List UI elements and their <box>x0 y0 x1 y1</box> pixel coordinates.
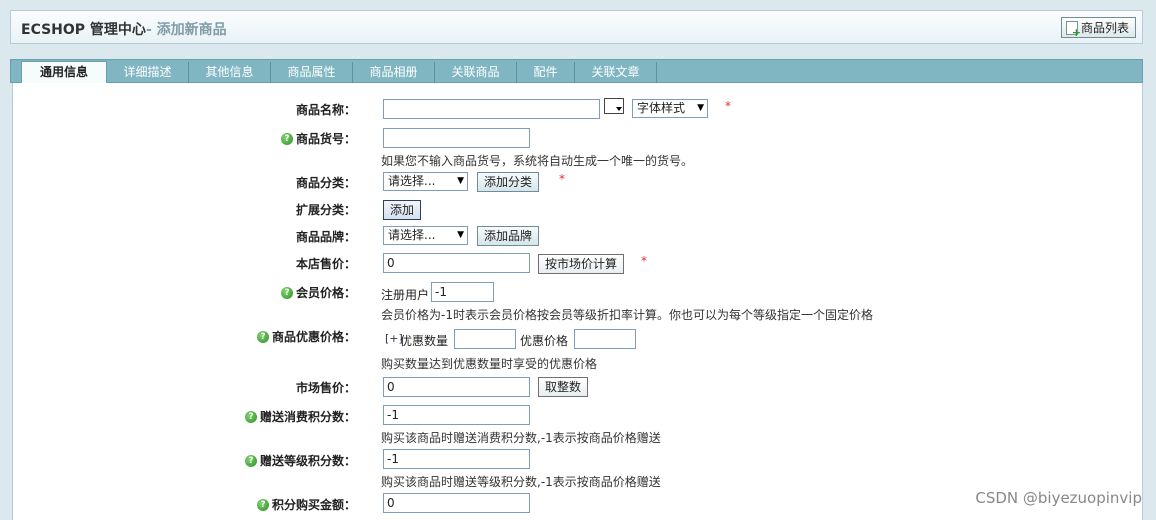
dropdown-arrow-icon: ▼ <box>457 176 464 186</box>
rank-integral-note: 购买该商品时赠送等级积分数,-1表示按商品价格赠送 <box>381 475 661 489</box>
member-price-note: 会员价格为-1时表示会员价格按会员等级折扣率计算。你也可以为每个等级指定一个固定… <box>381 308 873 322</box>
font-style-select[interactable]: 字体样式 ▼ <box>632 99 708 118</box>
help-icon[interactable]: ? <box>280 132 293 145</box>
goods-sn-note: 如果您不输入商品货号，系统将自动生成一个唯一的货号。 <box>381 154 694 168</box>
dropdown-arrow-icon: ▼ <box>457 230 464 240</box>
volume-qty-label: 优惠数量 <box>400 334 449 348</box>
member-price-label: ? 会员价格： <box>280 284 356 301</box>
brand-label-text: 商品品牌： <box>295 230 356 244</box>
color-picker-button[interactable] <box>604 98 624 114</box>
watermark: CSDN @biyezuopinvip <box>975 489 1142 507</box>
volume-qty-input[interactable] <box>454 329 516 349</box>
market-price-input[interactable]: 0 <box>383 377 530 397</box>
required-mark: * <box>725 99 731 113</box>
round-integer-button[interactable]: 取整数 <box>538 377 589 397</box>
tab-gallery[interactable]: 商品相册 <box>353 62 435 83</box>
page-subtitle: - 添加新商品 <box>145 22 227 38</box>
volume-price-text-label: 优惠价格 <box>520 334 569 348</box>
page: ECSHOP 管理中心- 添加新商品 商品列表 通用信息 详细描述 其他信息 商… <box>0 0 1156 520</box>
category-label: 商品分类： <box>296 174 356 191</box>
goods-name-input[interactable] <box>383 99 600 119</box>
volume-price-label-text: 商品优惠价格： <box>271 330 356 344</box>
help-icon[interactable]: ? <box>244 410 257 423</box>
goods-list-button-label: 商品列表 <box>1080 21 1129 35</box>
goods-sn-label: ? 商品货号： <box>280 130 356 147</box>
integral-label: ? 积分购买金额： <box>256 496 356 513</box>
category-value: 请选择... <box>388 174 436 188</box>
required-mark: * <box>641 254 647 268</box>
tab-general[interactable]: 通用信息 <box>21 61 107 84</box>
rank-integral-label-text: 赠送等级积分数： <box>259 454 356 468</box>
goods-name-label-text: 商品名称： <box>295 103 356 117</box>
help-icon[interactable]: ? <box>256 498 269 511</box>
ext-category-label-text: 扩展分类： <box>295 203 356 217</box>
market-price-label: 市场售价： <box>296 379 356 396</box>
give-integral-input[interactable]: -1 <box>383 405 530 425</box>
integral-label-text: 积分购买金额： <box>271 498 356 512</box>
give-integral-label-text: 赠送消费积分数： <box>259 410 356 424</box>
ext-category-label: 扩展分类： <box>296 201 356 218</box>
add-brand-button[interactable]: 添加品牌 <box>477 226 540 246</box>
integral-input[interactable]: 0 <box>383 493 530 513</box>
help-icon[interactable]: ? <box>244 454 257 467</box>
calc-by-market-price-button[interactable]: 按市场价计算 <box>538 254 625 274</box>
tab-bar: 通用信息 详细描述 其他信息 商品属性 商品相册 关联商品 配件 关联文章 <box>10 59 1143 84</box>
tab-linked-goods[interactable]: 关联商品 <box>435 62 517 83</box>
dropdown-arrow-icon: ▼ <box>697 103 704 113</box>
form-panel: 商品名称： 字体样式 ▼ * ? 商品货号： 如果您不输入商品货号，系统将自动生成一… <box>12 83 1143 520</box>
page-title: ECSHOP 管理中心- 添加新商品 <box>21 19 227 39</box>
category-select[interactable]: 请选择... ▼ <box>383 172 468 191</box>
category-label-text: 商品分类： <box>295 176 356 190</box>
goods-sn-input[interactable] <box>383 128 530 148</box>
rank-integral-input[interactable]: -1 <box>383 449 530 469</box>
help-icon[interactable]: ? <box>256 330 269 343</box>
goods-name-label: 商品名称： <box>296 101 356 118</box>
shop-price-input[interactable]: 0 <box>383 253 530 273</box>
help-icon[interactable]: ? <box>280 286 293 299</box>
tab-description[interactable]: 详细描述 <box>107 62 189 83</box>
shop-price-label: 本店售价： <box>296 255 356 272</box>
font-style-value: 字体样式 <box>637 101 686 115</box>
volume-price-note: 购买数量达到优惠数量时享受的优惠价格 <box>381 357 598 371</box>
add-document-icon <box>1065 20 1081 39</box>
shop-price-label-text: 本店售价： <box>295 257 356 271</box>
brand-label: 商品品牌： <box>296 228 356 245</box>
brand-select[interactable]: 请选择... ▼ <box>383 226 468 245</box>
goods-list-button[interactable]: 商品列表 <box>1060 17 1136 39</box>
tab-linked-articles[interactable]: 关联文章 <box>575 62 657 83</box>
tab-accessories[interactable]: 配件 <box>517 62 575 83</box>
page-header: ECSHOP 管理中心- 添加新商品 商品列表 <box>10 10 1143 44</box>
market-price-label-text: 市场售价： <box>295 381 356 395</box>
give-integral-note: 购买该商品时赠送消费积分数,-1表示按商品价格赠送 <box>381 431 661 445</box>
user-rank-label: 注册用户 <box>381 288 430 302</box>
give-integral-label: ? 赠送消费积分数： <box>244 408 356 425</box>
tab-other[interactable]: 其他信息 <box>189 62 271 83</box>
rank-integral-label: ? 赠送等级积分数： <box>244 452 356 469</box>
member-price-label-text: 会员价格： <box>295 286 356 300</box>
goods-sn-label-text: 商品货号： <box>295 132 356 146</box>
required-mark: * <box>559 172 565 186</box>
brand-value: 请选择... <box>388 228 436 242</box>
member-price-input[interactable]: -1 <box>431 282 494 302</box>
add-category-button[interactable]: 添加分类 <box>477 172 540 192</box>
app-title: ECSHOP 管理中心 <box>21 22 146 38</box>
add-ext-category-button[interactable]: 添加 <box>383 200 422 220</box>
volume-price-input[interactable] <box>574 329 636 349</box>
tab-attributes[interactable]: 商品属性 <box>271 62 353 83</box>
volume-price-label: ? 商品优惠价格： <box>256 328 356 345</box>
